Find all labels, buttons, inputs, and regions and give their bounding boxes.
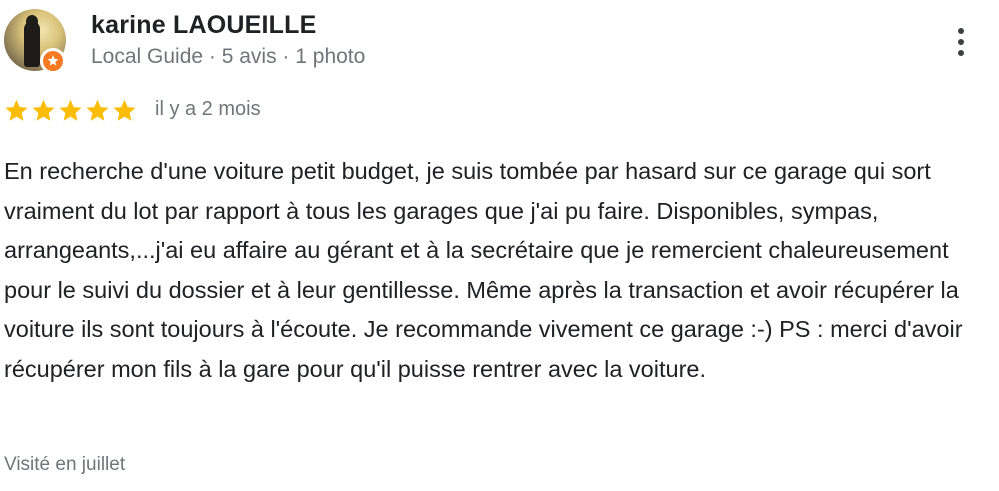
avatar-silhouette — [24, 15, 40, 67]
more-options-button[interactable] — [948, 22, 974, 62]
star-icon — [59, 99, 82, 121]
star-icon — [86, 99, 109, 121]
reviewer-meta: Local Guide · 5 avis · 1 photo — [91, 45, 366, 68]
more-vert-icon-dot — [958, 50, 964, 56]
star-burst-icon — [47, 55, 59, 66]
star-icon — [32, 99, 55, 121]
more-vert-icon-dot — [958, 39, 964, 45]
review-time: il y a 2 mois — [155, 98, 261, 120]
star-icon — [5, 99, 28, 121]
reviewer-name[interactable]: karine LAOUEILLE — [91, 11, 316, 40]
star-icon — [113, 99, 136, 121]
visited-date: Visité en juillet — [4, 454, 126, 475]
star-rating — [4, 98, 137, 123]
local-guide-badge-icon — [40, 48, 66, 74]
review-text: En recherche d'une voiture petit budget,… — [4, 158, 963, 382]
more-vert-icon — [958, 28, 964, 34]
